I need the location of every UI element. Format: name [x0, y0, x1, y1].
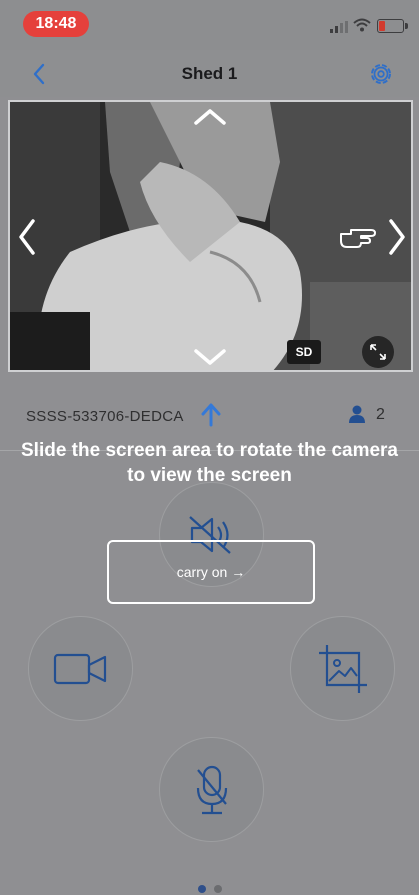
snapshot-image-icon — [319, 645, 367, 693]
microphone-off-icon — [196, 765, 228, 815]
snapshot-button[interactable] — [290, 616, 395, 721]
carry-on-button[interactable]: carry on → — [107, 540, 315, 604]
microphone-button[interactable] — [159, 737, 264, 842]
page-dot — [214, 885, 222, 893]
pointing-hand-icon — [340, 229, 376, 248]
status-bar: 18:48 — [0, 0, 419, 50]
pan-right-arrow[interactable] — [383, 216, 411, 258]
user-icon — [349, 405, 365, 423]
pan-up-arrow[interactable] — [192, 105, 228, 129]
pan-left-arrow[interactable] — [13, 216, 41, 258]
page-dot-active — [198, 885, 206, 893]
guide-instruction: Slide the screen area to rotate the came… — [21, 440, 398, 486]
viewer-count: 2 — [376, 406, 385, 423]
device-id: SSSS-533706-DEDCA — [26, 408, 184, 425]
arrow-up-icon[interactable] — [200, 402, 222, 428]
quality-badge[interactable]: SD — [287, 340, 321, 364]
gear-icon[interactable] — [367, 60, 395, 88]
video-camera-icon — [53, 653, 107, 685]
page-title: Shed 1 — [181, 64, 238, 83]
wifi-icon — [353, 18, 371, 32]
time: 18:48 — [23, 11, 89, 37]
signal-icon — [330, 21, 348, 33]
pan-down-arrow[interactable] — [192, 345, 228, 369]
battery-icon — [377, 19, 408, 33]
fullscreen-icon[interactable] — [362, 336, 394, 368]
record-video-button[interactable] — [28, 616, 133, 721]
